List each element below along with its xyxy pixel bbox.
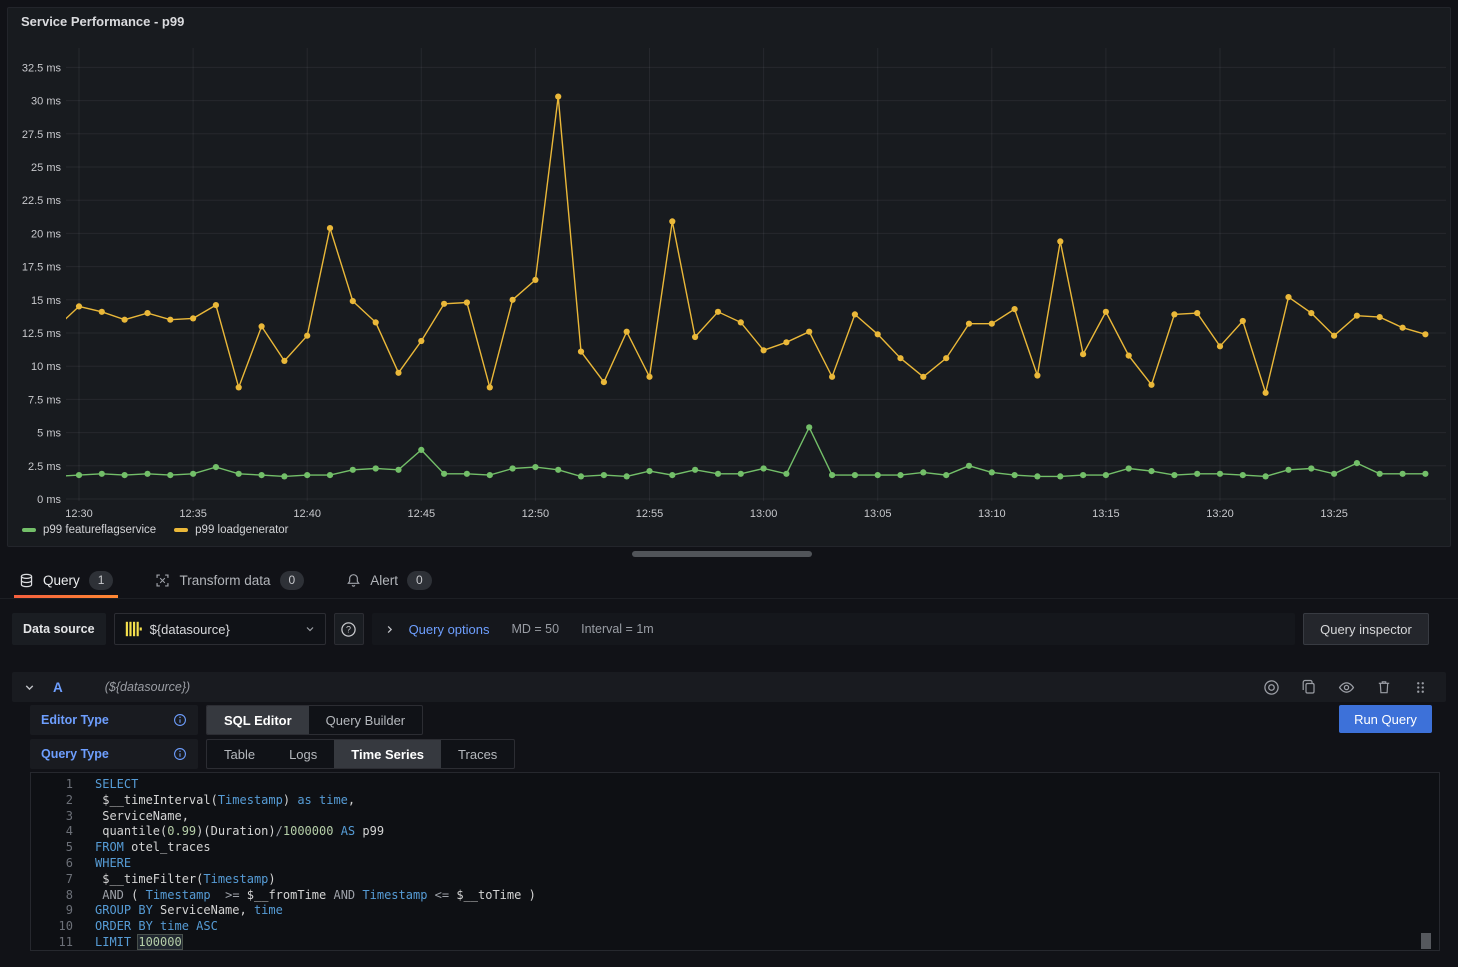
clickhouse-logo-icon	[124, 620, 142, 638]
legend-swatch-yellow	[174, 528, 188, 532]
svg-text:5 ms: 5 ms	[37, 428, 61, 440]
duplicate-icon[interactable]	[1301, 679, 1317, 695]
segment-time-series[interactable]: Time Series	[334, 740, 441, 768]
query-options-link: Query options	[409, 622, 490, 637]
tab-label: Query	[43, 573, 80, 588]
trash-icon[interactable]	[1376, 679, 1392, 695]
interval-value: Interval = 1m	[581, 622, 654, 636]
datasource-label: Data source	[12, 613, 106, 645]
datasource-picker[interactable]: ${datasource}	[114, 613, 326, 645]
svg-text:7.5 ms: 7.5 ms	[28, 394, 62, 406]
svg-text:13:10: 13:10	[978, 508, 1006, 520]
query-type-label: Query Type	[41, 747, 109, 761]
query-row-actions	[1263, 679, 1428, 696]
editor-type-group: SQL Editor Query Builder	[206, 705, 423, 735]
datasource-row: Data source ${datasource} ? Query option…	[12, 613, 1429, 645]
query-options-bar: Query options MD = 50 Interval = 1m	[372, 613, 1295, 645]
horizontal-scrollbar-thumb[interactable]	[632, 551, 812, 557]
tab-label: Transform data	[179, 573, 270, 588]
svg-text:12:45: 12:45	[408, 508, 436, 520]
svg-text:12.5 ms: 12.5 ms	[22, 328, 62, 340]
query-options-toggle[interactable]: Query options	[384, 622, 490, 637]
svg-text:15 ms: 15 ms	[31, 295, 61, 307]
editor-tabs-bar: Query 1 Transform data 0 Alert 0	[0, 563, 1458, 599]
datasource-help-button[interactable]: ?	[334, 613, 364, 645]
query-inspector-button[interactable]: Query inspector	[1303, 613, 1429, 645]
query-type-label-box: Query Type	[30, 739, 198, 769]
svg-text:12:40: 12:40	[293, 508, 321, 520]
svg-text:13:20: 13:20	[1206, 508, 1234, 520]
grafana-query-editor-page: Service Performance - p99 0 ms2.5 ms5 ms…	[0, 0, 1458, 967]
tab-transform-data[interactable]: Transform data 0	[150, 563, 309, 598]
svg-text:25 ms: 25 ms	[31, 162, 61, 174]
editor-type-label-box: Editor Type	[30, 705, 198, 735]
transform-icon	[155, 573, 170, 588]
editor-scrollbar-thumb[interactable]	[1421, 933, 1431, 949]
chevron-down-icon	[304, 623, 316, 635]
tab-label: Alert	[370, 573, 398, 588]
svg-text:12:55: 12:55	[636, 508, 664, 520]
sql-code-lines: 1SELECT2 $__timeInterval(Timestamp) as t…	[31, 777, 1439, 951]
editor-type-row: Editor Type SQL Editor Query Builder	[30, 705, 423, 735]
timeseries-chart[interactable]: 0 ms 2.5 ms 5 ms 7.5 ms 10 ms 12.5 ms 15 ms 17.…	[8, 8, 1450, 546]
info-circle-icon[interactable]	[173, 747, 187, 761]
datasource-value: ${datasource}	[150, 622, 296, 637]
segment-logs[interactable]: Logs	[272, 740, 334, 768]
record-circle-icon[interactable]	[1263, 679, 1280, 696]
run-query-button[interactable]: Run Query	[1339, 705, 1432, 733]
database-icon	[19, 573, 34, 588]
svg-text:0 ms: 0 ms	[37, 494, 61, 506]
query-type-row: Query Type Table Logs Time Series Traces	[30, 739, 515, 769]
segment-traces[interactable]: Traces	[441, 740, 514, 768]
svg-text:?: ?	[346, 624, 351, 634]
svg-text:2.5 ms: 2.5 ms	[28, 461, 62, 473]
svg-text:10 ms: 10 ms	[31, 361, 61, 373]
legend-label: p99 loadgenerator	[195, 524, 288, 536]
bell-icon	[346, 573, 361, 588]
query-type-group: Table Logs Time Series Traces	[206, 739, 515, 769]
max-data-points-value: MD = 50	[512, 622, 560, 636]
chart-legend: p99 featureflagservice p99 loadgenerator	[22, 524, 289, 536]
query-row-header: A (${datasource})	[12, 672, 1446, 702]
chevron-right-icon	[384, 624, 395, 635]
tab-count-badge: 0	[407, 571, 432, 590]
info-circle-icon[interactable]	[173, 713, 187, 727]
tab-count-badge: 1	[89, 571, 114, 590]
sql-code-editor[interactable]: 1SELECT2 $__timeInterval(Timestamp) as t…	[30, 772, 1440, 951]
collapse-chevron-icon[interactable]	[23, 681, 36, 694]
timeseries-panel: Service Performance - p99 0 ms2.5 ms5 ms…	[7, 7, 1451, 547]
query-ref-id: A	[53, 680, 63, 695]
drag-handle-icon[interactable]	[1413, 680, 1428, 695]
svg-text:12:50: 12:50	[522, 508, 550, 520]
svg-text:20 ms: 20 ms	[31, 228, 61, 240]
svg-text:27.5 ms: 27.5 ms	[22, 129, 62, 141]
tab-alert[interactable]: Alert 0	[341, 563, 436, 598]
svg-text:22.5 ms: 22.5 ms	[22, 195, 62, 207]
segment-query-builder[interactable]: Query Builder	[309, 706, 422, 734]
tab-count-badge: 0	[280, 571, 305, 590]
svg-text:30 ms: 30 ms	[31, 96, 61, 108]
query-datasource-hint: (${datasource})	[105, 680, 190, 694]
svg-text:13:00: 13:00	[750, 508, 778, 520]
svg-text:32.5 ms: 32.5 ms	[22, 62, 62, 74]
segment-table[interactable]: Table	[207, 740, 272, 768]
legend-item-featureflagservice[interactable]: p99 featureflagservice	[22, 524, 156, 536]
tab-query[interactable]: Query 1	[14, 563, 118, 598]
eye-icon[interactable]	[1338, 679, 1355, 696]
svg-text:13:15: 13:15	[1092, 508, 1120, 520]
legend-item-loadgenerator[interactable]: p99 loadgenerator	[174, 524, 288, 536]
editor-type-label: Editor Type	[41, 713, 109, 727]
segment-sql-editor[interactable]: SQL Editor	[207, 706, 309, 734]
svg-text:12:30: 12:30	[65, 508, 93, 520]
legend-swatch-green	[22, 528, 36, 532]
svg-text:17.5 ms: 17.5 ms	[22, 262, 62, 274]
svg-text:12:35: 12:35	[179, 508, 207, 520]
help-circle-icon: ?	[340, 621, 357, 638]
svg-text:13:25: 13:25	[1320, 508, 1348, 520]
svg-text:13:05: 13:05	[864, 508, 892, 520]
legend-label: p99 featureflagservice	[43, 524, 156, 536]
